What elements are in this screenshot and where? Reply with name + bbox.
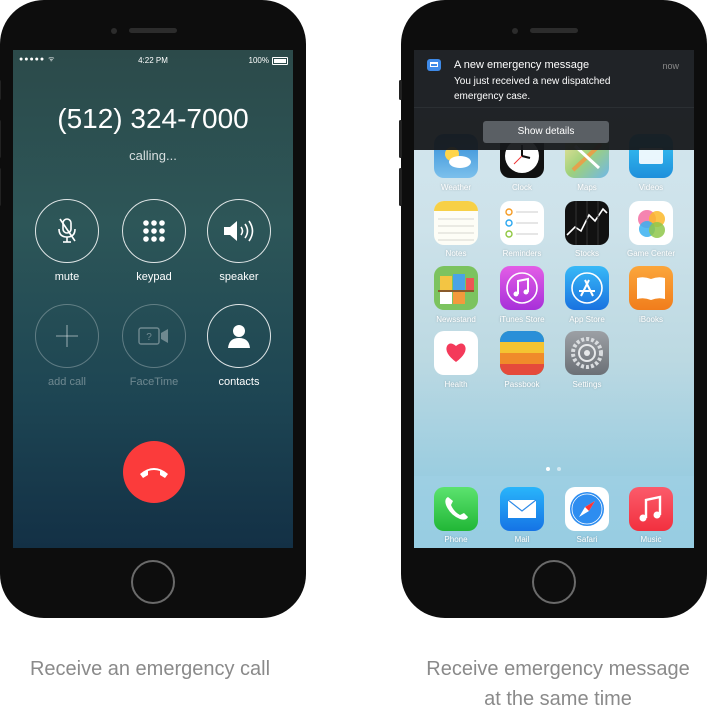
earpiece <box>530 28 578 33</box>
caller-number: (512) 324-7000 <box>57 103 249 134</box>
notification-body: You just received a new dispatched emerg… <box>454 76 611 102</box>
itunes-store-app-icon[interactable] <box>500 266 544 310</box>
mic-off-icon <box>58 218 76 243</box>
speaker-button[interactable] <box>207 199 271 263</box>
status-bar: ●●●●● ᯤ 4:22 PM 100% <box>13 55 293 69</box>
call-screen: ●●●●● ᯤ 4:22 PM 100% (512) 324-7000 call… <box>13 50 293 548</box>
game-center-app-label: Game Center <box>626 249 676 258</box>
mute-button[interactable] <box>35 199 99 263</box>
left-phone: ●●●●● ᯤ 4:22 PM 100% (512) 324-7000 call… <box>0 0 306 618</box>
ibooks-app-label: iBooks <box>638 315 663 324</box>
health-app-label: Health <box>444 380 468 389</box>
app-store-app-label: App Store <box>569 315 605 324</box>
message-icon <box>427 59 441 71</box>
health-app-icon[interactable] <box>434 331 478 375</box>
add-call-button[interactable] <box>35 304 99 368</box>
reminders-app-icon[interactable] <box>500 201 544 245</box>
newsstand-app-label: Newsstand <box>436 315 476 324</box>
mail-app-icon[interactable] <box>500 487 544 531</box>
svg-text:?: ? <box>146 332 152 343</box>
newsstand-app-icon[interactable] <box>434 266 478 310</box>
contacts-label: contacts <box>218 376 260 388</box>
phone-app-label: Phone <box>444 535 468 544</box>
home-button[interactable] <box>532 560 576 604</box>
ibooks-app-icon[interactable] <box>629 266 673 310</box>
earpiece <box>129 28 177 33</box>
videos-app-label: Videos <box>638 183 664 192</box>
speaker-icon <box>224 220 254 242</box>
stocks-app-icon[interactable] <box>565 201 609 245</box>
right-phone: A new emergency message You just receive… <box>399 0 707 618</box>
facetime-button[interactable]: ? <box>122 304 186 368</box>
safari-app-label: Safari <box>576 535 598 544</box>
passbook-app-label: Passbook <box>504 380 540 389</box>
notes-app-label: Notes <box>445 249 467 258</box>
volume-up-button <box>399 120 402 158</box>
show-details-button[interactable]: Show details <box>483 121 609 143</box>
mail-app-label: Mail <box>514 535 530 544</box>
keypad-button[interactable] <box>122 199 186 263</box>
speaker-label: speaker <box>219 271 259 283</box>
notification-time: now <box>662 61 679 71</box>
end-call-button[interactable] <box>123 441 185 503</box>
stocks-app-label: Stocks <box>574 249 599 258</box>
page-dot <box>557 467 561 471</box>
add-call-label: add call <box>48 376 86 388</box>
music-app-label: Music <box>640 535 662 544</box>
keypad-label: keypad <box>136 271 172 283</box>
safari-app-icon[interactable] <box>565 487 609 531</box>
music-app-icon[interactable] <box>629 487 673 531</box>
passbook-app-icon[interactable] <box>500 331 544 375</box>
settings-app-icon[interactable] <box>565 331 609 375</box>
notes-app-icon[interactable] <box>434 201 478 245</box>
contacts-button[interactable] <box>207 304 271 368</box>
side-button <box>399 80 402 100</box>
keypad-icon <box>143 220 165 242</box>
notification-banner[interactable]: A new emergency message You just receive… <box>414 50 694 150</box>
front-camera <box>111 28 117 34</box>
game-center-app-icon[interactable] <box>629 201 673 245</box>
hangup-icon <box>140 468 168 478</box>
clock-app-label: Clock <box>511 183 532 192</box>
side-button <box>0 80 1 100</box>
volume-up-button <box>0 120 1 158</box>
front-camera <box>512 28 518 34</box>
facetime-icon: ? <box>138 327 168 345</box>
contacts-icon <box>228 325 250 348</box>
right-caption-line-2: at the same time <box>484 688 632 710</box>
home-button[interactable] <box>131 560 175 604</box>
itunes-store-app-label: iTunes Store <box>499 315 545 324</box>
phone-app-icon[interactable] <box>434 487 478 531</box>
right-caption-line-1: Receive emergency message <box>426 658 690 680</box>
notification-divider <box>414 107 694 108</box>
left-caption: Receive an emergency call <box>29 658 271 680</box>
app-store-app-icon[interactable] <box>565 266 609 310</box>
weather-app-label: Weather <box>440 183 472 192</box>
battery-percent: 100% <box>248 56 269 65</box>
dock: Phone Mail Safari Music <box>414 476 694 548</box>
facetime-label: FaceTime <box>129 376 179 388</box>
home-screen: A new emergency message You just receive… <box>414 50 694 548</box>
volume-down-button <box>0 168 1 206</box>
settings-app-label: Settings <box>572 380 602 389</box>
reminders-app-label: Reminders <box>502 249 542 258</box>
battery-icon <box>272 57 288 65</box>
mute-label: mute <box>54 271 80 283</box>
call-status: calling... <box>129 148 177 163</box>
notification-title: A new emergency message <box>454 59 590 71</box>
volume-down-button <box>399 168 402 206</box>
maps-app-label: Maps <box>577 183 597 192</box>
page-dot-active <box>546 467 550 471</box>
plus-icon <box>56 325 78 347</box>
